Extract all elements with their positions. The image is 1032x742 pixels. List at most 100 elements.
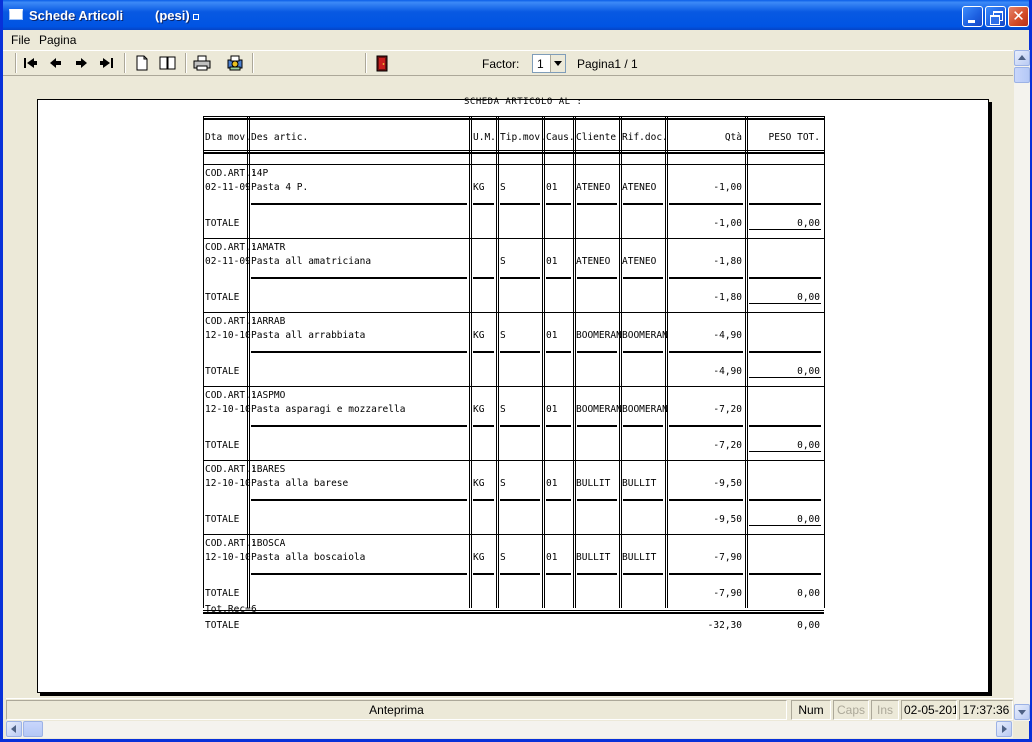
movement-type: S [500,182,506,193]
quantity: -9,50 [713,478,742,489]
cell-underline [251,499,467,501]
print-setup-button[interactable] [225,54,245,72]
unit-of-measure: KG [473,552,485,563]
column-header: Dta mov. [205,132,251,143]
cliente: BOOMERAN [576,330,622,341]
cell-underline [623,351,663,353]
cell-underline [577,499,617,501]
status-num: Num [791,700,831,720]
causale: 01 [546,330,558,341]
horizontal-scroll-thumb[interactable] [23,721,43,737]
preview-viewport[interactable]: SCHEDA ARTICOLO AL : Dta mov. Des artic. U… [6,77,1013,696]
cell-underline [500,425,540,427]
scroll-right-button[interactable] [996,721,1012,737]
app-window-icon[interactable] [9,9,23,20]
movement-type: S [500,478,506,489]
group-rule [203,312,824,313]
code-label: COD.ART.: [205,464,257,475]
status-date: 02-05-2016 [901,700,957,720]
window-subtitle: (pesi) [155,8,190,23]
scroll-left-button[interactable] [6,721,22,737]
factor-select[interactable]: 1 [532,54,566,73]
scroll-down-button[interactable] [1014,704,1030,720]
quantity: -4,90 [713,330,742,341]
cell-underline [623,203,663,205]
article-code: 1AMATR [251,242,286,253]
prev-page-button[interactable] [46,54,66,72]
article-desc: Pasta alla boscaiola [251,552,366,563]
cell-underline [577,203,617,205]
cliente: ATENEO [576,182,611,193]
total-label: TOTALE [205,514,240,525]
causale: 01 [546,404,558,415]
title-bar[interactable]: Schede Articoli (pesi) ✕ [3,0,1029,30]
first-page-button[interactable] [20,54,40,72]
group-total-peso: 0,00 [797,218,820,229]
cell-underline [251,351,467,353]
next-page-button[interactable] [71,54,91,72]
code-label: COD.ART.: [205,538,257,549]
cell-underline [623,277,663,279]
cell-underline [669,203,743,205]
quantity: -7,90 [713,552,742,563]
cell-underline [473,499,494,501]
close-icon: ✕ [1012,7,1025,25]
report-bottom-rule [203,610,824,614]
doc-reference: BOOMERAN [622,330,668,341]
printer-icon [193,55,211,71]
unit-of-measure: KG [473,330,485,341]
cell-underline [500,573,540,575]
group-total-qta: -4,90 [713,366,742,377]
total-label: TOTALE [205,588,240,599]
cell-underline [749,277,821,279]
menu-file[interactable]: File [11,33,30,47]
page-indicator: Pagina1 / 1 [577,57,638,71]
toolbar-separator [124,53,126,73]
two-pages-button[interactable] [158,54,178,72]
doc-reference: ATENEO [622,256,657,267]
horizontal-scrollbar[interactable] [6,721,1013,738]
report: SCHEDA ARTICOLO AL : Dta mov. Des artic. U… [38,97,988,692]
doc-reference: BOOMERAN [622,404,668,415]
movement-type: S [500,330,506,341]
app-window: Schede Articoli (pesi) ✕ File Pagina Fac… [0,0,1032,742]
print-button[interactable] [192,54,212,72]
column-header: U.M. [473,132,496,143]
cell-underline [546,425,571,427]
cell-underline [473,277,494,279]
vertical-scroll-thumb[interactable] [1014,67,1030,83]
chevron-down-icon[interactable] [550,55,565,72]
unit-of-measure: KG [473,182,485,193]
restore-button[interactable] [985,6,1006,27]
exit-door-icon [376,55,388,72]
close-button[interactable]: ✕ [1008,6,1029,27]
column-header: Caus. [546,132,575,143]
single-page-button[interactable] [132,54,152,72]
header-top-rule [203,116,824,120]
movement-type: S [500,552,506,563]
next-page-icon [76,58,87,68]
group-total-qta: -7,90 [713,588,742,599]
menu-pagina[interactable]: Pagina [39,33,76,47]
cell-underline [623,499,663,501]
causale: 01 [546,182,558,193]
cell-underline [577,277,617,279]
article-code: 1BARES [251,464,286,475]
exit-button[interactable] [372,54,392,72]
factor-label: Factor: [482,57,520,71]
total-label: TOTALE [205,440,240,451]
status-ins: Ins [871,700,899,720]
vertical-scrollbar[interactable] [1013,50,1030,721]
cell-underline [669,573,743,575]
cell-underline [546,351,571,353]
last-page-button[interactable] [97,54,117,72]
printer-setup-icon [227,55,243,71]
grand-total-label: TOTALE [205,620,240,631]
article-code: 1ARRAB [251,316,286,327]
causale: 01 [546,478,558,489]
cell-underline [500,277,540,279]
status-mode: Anteprima [6,700,787,720]
group-total-peso: 0,00 [797,514,820,525]
scroll-up-button[interactable] [1014,50,1030,66]
minimize-button[interactable] [962,6,983,27]
